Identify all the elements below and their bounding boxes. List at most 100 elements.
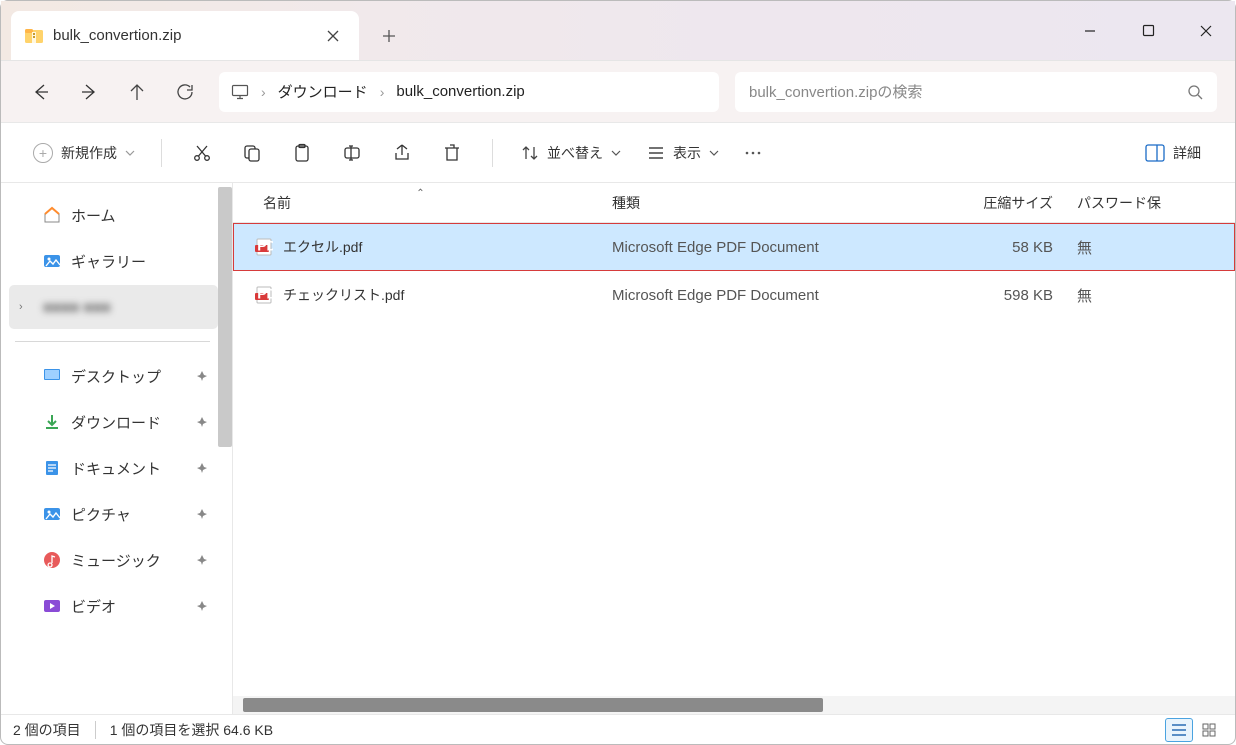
trash-icon [442,143,462,163]
pdf-icon: PDF [255,238,273,256]
sidebar-item-videos[interactable]: ビデオ [9,584,218,628]
pin-icon [196,554,208,566]
up-button[interactable] [115,72,159,112]
details-pane-icon [1145,144,1165,162]
file-type: Microsoft Edge PDF Document [608,239,873,256]
separator [161,139,162,167]
sidebar-item-gallery[interactable]: ギャラリー [9,239,218,283]
search-input[interactable]: bulk_convertion.zipの検索 [735,72,1217,112]
details-pane-button[interactable]: 詳細 [1133,133,1213,173]
breadcrumb-item[interactable]: bulk_convertion.zip [396,83,524,100]
column-header-name[interactable]: ⌃ 名前 [233,193,608,213]
sidebar-item-music[interactable]: ミュージック [9,538,218,582]
grid-icon [1202,723,1216,737]
breadcrumb-item[interactable]: ダウンロード [278,81,368,102]
rename-button[interactable] [328,133,376,173]
video-icon [43,597,61,615]
details-view-button[interactable] [1165,718,1193,742]
cut-button[interactable] [178,133,226,173]
refresh-button[interactable] [163,72,207,112]
arrow-left-icon [31,82,51,102]
column-header-size[interactable]: 圧縮サイズ [873,193,1073,213]
file-type: Microsoft Edge PDF Document [608,287,873,304]
sort-icon [521,144,539,162]
new-tab-button[interactable] [369,11,409,60]
sort-button[interactable]: 並べ替え [509,133,633,173]
copy-icon [242,143,262,163]
search-icon [1187,84,1203,100]
list-icon [1171,723,1187,737]
forward-button[interactable] [67,72,111,112]
plus-circle-icon: + [33,143,53,163]
column-header-type[interactable]: 種類 [608,193,873,213]
sidebar-item-label: ホーム [71,205,116,226]
more-button[interactable] [733,133,773,173]
chevron-right-icon: › [19,301,33,313]
separator [492,139,493,167]
file-row[interactable]: PDF チェックリスト.pdf Microsoft Edge PDF Docum… [233,271,1235,319]
delete-button[interactable] [428,133,476,173]
plus-icon [382,29,396,43]
pin-icon [196,370,208,382]
navbar: › ダウンロード › bulk_convertion.zip bulk_conv… [1,61,1235,123]
pin-icon [196,600,208,612]
sidebar: ホーム ギャラリー › ●●●● ●●● デスクトップ ダウンロード ドキュ [1,183,233,714]
pin-icon [196,508,208,520]
file-size: 58 KB [873,239,1073,256]
more-icon [744,144,762,162]
rename-icon [342,143,362,163]
view-list-icon [647,144,665,162]
file-password: 無 [1073,237,1235,258]
sidebar-item-label: ミュージック [71,550,161,571]
refresh-icon [175,82,195,102]
sidebar-item-onedrive[interactable]: › ●●●● ●●● [9,285,218,329]
file-row[interactable]: PDF エクセル.pdf Microsoft Edge PDF Document… [233,223,1235,271]
clipboard-icon [292,143,312,163]
monitor-icon [231,83,249,101]
separator [15,341,210,342]
horizontal-scrollbar[interactable] [233,696,1235,714]
arrow-right-icon [79,82,99,102]
minimize-button[interactable] [1061,1,1119,60]
status-selection: 1 個の項目を選択 64.6 KB [110,720,273,740]
file-name: エクセル.pdf [283,237,362,257]
back-button[interactable] [19,72,63,112]
view-button[interactable]: 表示 [635,133,731,173]
tab-title: bulk_convertion.zip [53,27,181,44]
download-icon [43,413,61,431]
tab-current[interactable]: bulk_convertion.zip [11,11,359,60]
sidebar-item-pictures[interactable]: ピクチャ [9,492,218,536]
share-button[interactable] [378,133,426,173]
chevron-down-icon [709,148,719,158]
new-button[interactable]: + 新規作成 [23,137,145,169]
breadcrumb[interactable]: › ダウンロード › bulk_convertion.zip [219,72,719,112]
svg-text:PDF: PDF [257,238,273,253]
tab-close-button[interactable] [321,24,345,48]
sort-indicator-icon: ⌃ [416,188,424,199]
window-controls [1061,1,1235,60]
arrow-up-icon [127,82,147,102]
chevron-right-icon: › [261,84,266,100]
pin-icon [196,416,208,428]
sidebar-item-label: ピクチャ [71,504,131,525]
sidebar-item-home[interactable]: ホーム [9,193,218,237]
zip-folder-icon [25,27,43,45]
toolbar: + 新規作成 並べ替え 表示 詳細 [1,123,1235,183]
sidebar-item-label: ●●●● ●●● [43,299,111,316]
scrollbar-thumb[interactable] [243,698,823,712]
sidebar-scrollbar[interactable] [218,187,232,447]
sidebar-item-documents[interactable]: ドキュメント [9,446,218,490]
file-password: 無 [1073,285,1235,306]
column-header-password[interactable]: パスワード保 [1073,193,1235,213]
thumbnails-view-button[interactable] [1195,718,1223,742]
maximize-button[interactable] [1119,1,1177,60]
file-name: チェックリスト.pdf [283,285,404,305]
paste-button[interactable] [278,133,326,173]
svg-text:PDF: PDF [257,286,273,301]
sidebar-item-desktop[interactable]: デスクトップ [9,354,218,398]
copy-button[interactable] [228,133,276,173]
chevron-down-icon [611,148,621,158]
sidebar-item-downloads[interactable]: ダウンロード [9,400,218,444]
pdf-icon: PDF [255,286,273,304]
close-window-button[interactable] [1177,1,1235,60]
